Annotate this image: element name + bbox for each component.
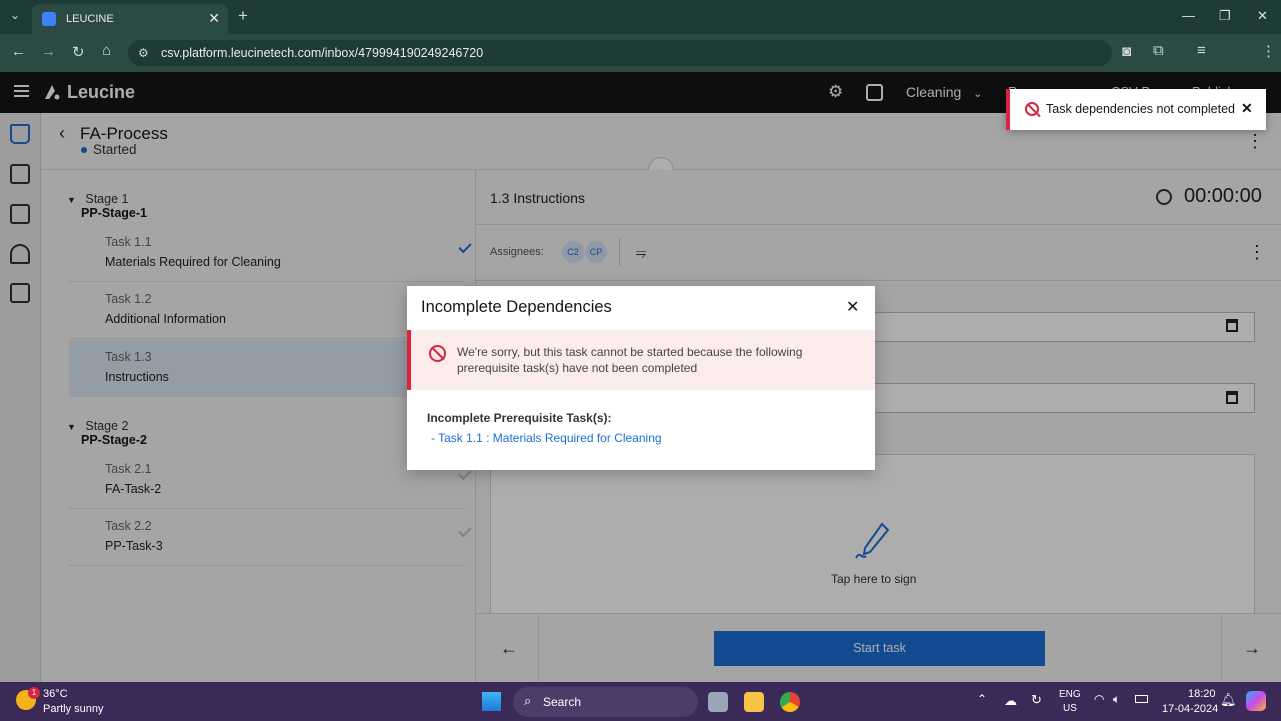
tab-title: LEUCINE — [66, 13, 114, 25]
camera-icon[interactable]: ◙ — [1122, 43, 1131, 60]
sync-icon[interactable]: ↻ — [1031, 692, 1042, 708]
chrome-icon[interactable] — [780, 692, 800, 712]
prerequisite-task-link[interactable]: - Task 1.1 : Materials Required for Clea… — [431, 431, 662, 445]
reload-icon[interactable]: ↻ — [72, 43, 85, 61]
minimize-icon[interactable]: — — [1182, 8, 1195, 23]
volume-icon[interactable]: 🔈︎ — [1113, 692, 1120, 707]
browser-tab-bar: ⌄ LEUCINE ✕ + — ❐ ✕ — [0, 0, 1281, 34]
incomplete-dependencies-modal: Incomplete Dependencies ✕ We're sorry, b… — [407, 286, 875, 470]
error-message: We're sorry, but this task cannot be sta… — [457, 345, 803, 375]
windows-taskbar: 1 36°C Partly sunny ⌕ Search ⌃ ☁ ↻ ENG U… — [0, 682, 1281, 721]
search-placeholder: Search — [543, 695, 582, 709]
tray-chevron-icon[interactable]: ⌃ — [977, 692, 987, 706]
forward-icon[interactable]: → — [41, 43, 56, 60]
error-notice: We're sorry, but this task cannot be sta… — [407, 330, 875, 390]
new-tab-icon[interactable]: + — [238, 6, 248, 26]
error-icon — [429, 345, 446, 362]
url-field[interactable]: csv.platform.leucinetech.com/inbox/47999… — [128, 40, 1112, 66]
taskbar-search[interactable]: ⌕ Search — [513, 687, 698, 717]
search-icon: ⌕ — [524, 693, 532, 708]
onedrive-icon[interactable]: ☁ — [1004, 693, 1017, 709]
weather-desc[interactable]: Partly sunny — [43, 703, 104, 715]
toast-message: Task dependencies not completed — [1046, 102, 1236, 116]
modal-close-icon[interactable]: ✕ — [846, 297, 859, 317]
home-icon[interactable]: ⌂ — [102, 42, 111, 59]
browser-menu-icon[interactable]: ⋮ — [1261, 42, 1276, 60]
extensions-icon[interactable]: ⧉ — [1153, 42, 1164, 59]
clock-date[interactable]: 17-04-2024 — [1162, 703, 1218, 715]
weather-temp[interactable]: 36°C — [43, 688, 68, 700]
tab-list-icon[interactable]: ⌄ — [10, 8, 20, 22]
leucine-favicon-icon — [42, 12, 56, 26]
url-text: csv.platform.leucinetech.com/inbox/47999… — [161, 46, 484, 60]
wifi-icon[interactable]: ◠ — [1094, 692, 1104, 706]
file-explorer-icon[interactable] — [744, 692, 764, 712]
modal-title: Incomplete Dependencies — [421, 298, 612, 316]
copilot-icon[interactable] — [1246, 691, 1266, 711]
error-toast: Task dependencies not completed ✕ — [1006, 89, 1266, 130]
error-icon — [1025, 102, 1039, 116]
browser-tab[interactable]: LEUCINE ✕ — [32, 4, 228, 34]
file-manager-icon[interactable] — [708, 692, 728, 712]
battery-icon[interactable] — [1135, 695, 1148, 703]
media-icon[interactable]: ≡ — [1197, 42, 1206, 59]
windows-start-icon[interactable] — [482, 692, 501, 711]
window-close-icon[interactable]: ✕ — [1257, 8, 1268, 24]
site-info-icon[interactable]: ⚙ — [138, 46, 149, 60]
clock-time[interactable]: 18:20 — [1188, 688, 1216, 700]
language-2[interactable]: US — [1063, 703, 1077, 714]
close-tab-icon[interactable]: ✕ — [208, 10, 220, 27]
toast-close-icon[interactable]: ✕ — [1241, 100, 1253, 117]
notification-count-badge: 1 — [28, 687, 40, 699]
notification-bell-icon[interactable]: 🔔︎ — [1220, 692, 1237, 708]
restore-icon[interactable]: ❐ — [1219, 8, 1231, 24]
language-1[interactable]: ENG — [1059, 689, 1081, 700]
back-icon[interactable]: ← — [11, 43, 26, 60]
prerequisite-list-title: Incomplete Prerequisite Task(s): — [427, 411, 612, 425]
